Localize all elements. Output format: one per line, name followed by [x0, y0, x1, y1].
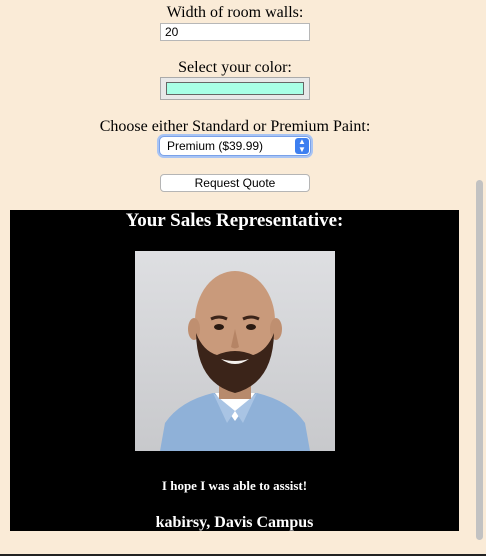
color-label: Select your color:: [178, 59, 292, 76]
rep-message: I hope I was able to assist!: [161, 478, 308, 493]
rep-name: kabirsy, Davis Campus: [155, 514, 314, 531]
rep-title: Your Sales Representative:: [125, 210, 344, 231]
rep-photo: [135, 251, 335, 451]
width-label: Width of room walls:: [166, 4, 304, 21]
select-arrows-icon: ▲ ▼: [295, 138, 309, 154]
scrollbar-thumb[interactable]: [476, 180, 483, 540]
request-quote-button[interactable]: Request Quote: [160, 174, 310, 192]
color-swatch: [166, 82, 304, 95]
color-picker[interactable]: [160, 77, 310, 100]
width-input[interactable]: [160, 23, 310, 41]
paint-select[interactable]: Premium ($39.99) ▲ ▼: [159, 136, 311, 156]
person-photo-icon: [135, 251, 335, 451]
paint-label: Choose either Standard or Premium Paint:: [99, 118, 371, 135]
paint-selected-value: Premium ($39.99): [167, 139, 264, 153]
sales-rep-panel: Your Sales Representative: I hope I was …: [10, 210, 459, 531]
scrollbar[interactable]: [471, 0, 486, 556]
